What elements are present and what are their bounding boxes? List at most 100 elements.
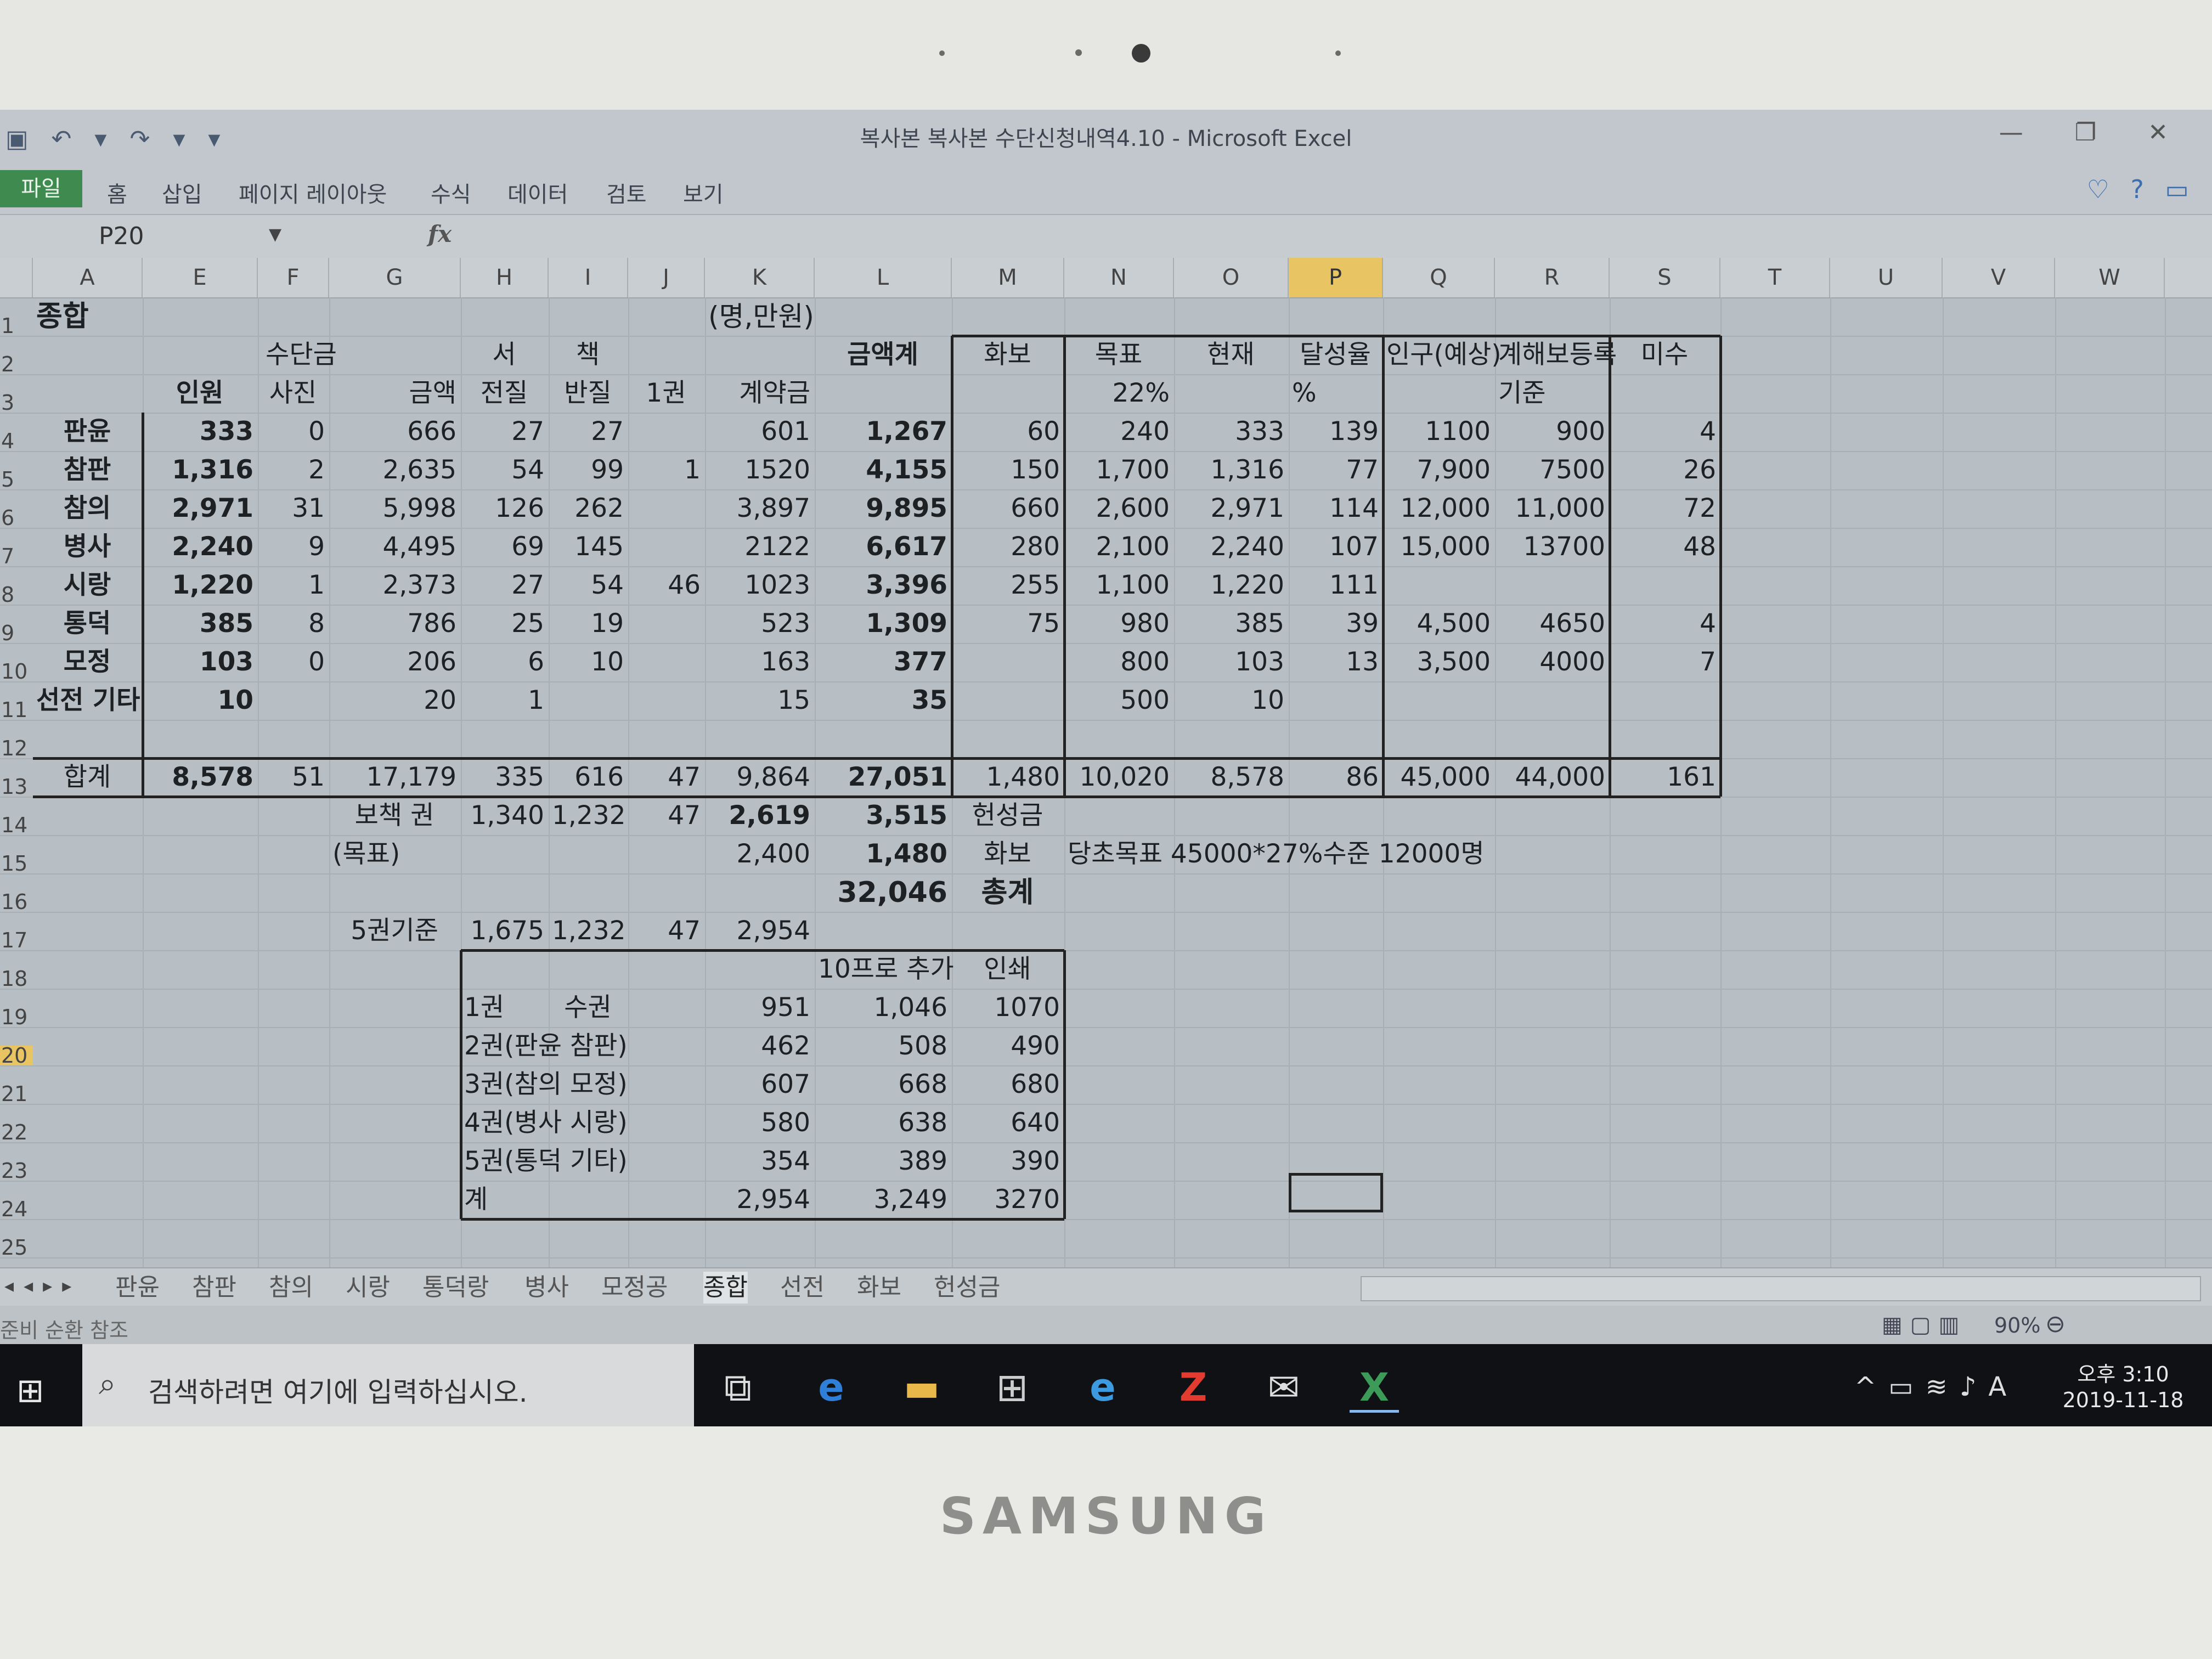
mail-icon[interactable]: ✉ bbox=[1259, 1365, 1308, 1410]
column-header-q[interactable]: Q bbox=[1383, 258, 1495, 297]
cell-r3[interactable]: 기준 bbox=[1498, 374, 1605, 413]
cell-m2[interactable]: 화보 bbox=[955, 336, 1060, 374]
volume-label-2[interactable] bbox=[552, 1027, 624, 1065]
cell-o9[interactable]: 385 bbox=[1177, 605, 1284, 643]
cell-f9[interactable]: 8 bbox=[261, 605, 325, 643]
column-header-o[interactable]: O bbox=[1174, 258, 1289, 297]
cell-k22[interactable]: 580 bbox=[708, 1104, 810, 1142]
cell-m14[interactable]: 헌성금 bbox=[955, 797, 1060, 835]
cell-i6[interactable]: 262 bbox=[552, 489, 624, 528]
cell-s8[interactable] bbox=[1613, 566, 1716, 605]
tab-insert[interactable]: 삽입 bbox=[162, 177, 202, 208]
excel-icon[interactable]: X bbox=[1350, 1365, 1399, 1413]
cell-q9[interactable]: 4,500 bbox=[1386, 605, 1491, 643]
cell-h8[interactable]: 27 bbox=[464, 566, 544, 605]
cell-f5[interactable]: 2 bbox=[261, 451, 325, 489]
cell-k21[interactable]: 607 bbox=[708, 1065, 810, 1104]
cell-f6[interactable]: 31 bbox=[261, 489, 325, 528]
cell-m4[interactable]: 60 bbox=[955, 413, 1060, 451]
row-header-10[interactable]: 10 bbox=[0, 661, 33, 682]
internet-explorer-icon[interactable]: e bbox=[1078, 1365, 1127, 1410]
cell-i17[interactable]: 1,232 bbox=[552, 912, 626, 950]
taskbar-search[interactable]: ⌕ 검색하려면 여기에 입력하십시오. bbox=[82, 1344, 694, 1426]
row-label[interactable]: 판윤 bbox=[36, 413, 138, 451]
volume-label-2[interactable] bbox=[552, 1181, 624, 1219]
sheet-tab[interactable]: 참의 bbox=[269, 1272, 313, 1304]
cell-g11[interactable]: 20 bbox=[332, 681, 456, 720]
row-header-12[interactable]: 12 bbox=[0, 738, 33, 759]
cell-n2[interactable]: 목표 bbox=[1068, 336, 1170, 374]
tab-file[interactable]: 파일 bbox=[0, 170, 82, 207]
cell-o13[interactable]: 8,578 bbox=[1177, 758, 1284, 797]
cell-r6[interactable]: 11,000 bbox=[1498, 489, 1605, 528]
sheet-tab[interactable]: 모정공 bbox=[601, 1272, 668, 1304]
cell-k13[interactable]: 9,864 bbox=[708, 758, 810, 797]
windows-start-icon[interactable]: ⊞ bbox=[16, 1372, 44, 1410]
clock-date[interactable]: 2019-11-18 bbox=[2052, 1388, 2194, 1412]
unit-label[interactable]: (명,만원) bbox=[708, 297, 814, 336]
cell-h13[interactable]: 335 bbox=[464, 758, 544, 797]
cell-e2[interactable]: 수단금 bbox=[146, 336, 456, 374]
cell-k10[interactable]: 163 bbox=[708, 643, 810, 681]
cell-s10[interactable]: 7 bbox=[1613, 643, 1716, 681]
cell-q11[interactable] bbox=[1386, 681, 1491, 720]
row-header-7[interactable]: 7 bbox=[0, 546, 33, 567]
cell-f8[interactable]: 1 bbox=[261, 566, 325, 605]
sheet-tab[interactable]: 헌성금 bbox=[934, 1272, 1000, 1304]
cell-m10[interactable] bbox=[955, 643, 1060, 681]
column-header-h[interactable]: H bbox=[461, 258, 549, 297]
sheet-tab[interactable]: 종합 bbox=[703, 1272, 748, 1304]
row-header-13[interactable]: 13 bbox=[0, 776, 33, 797]
cell-i3[interactable]: 반질 bbox=[552, 374, 624, 413]
column-header-j[interactable]: J bbox=[628, 258, 705, 297]
cell-p5[interactable]: 77 bbox=[1292, 451, 1379, 489]
cell-j9[interactable] bbox=[631, 605, 701, 643]
cell-i9[interactable]: 19 bbox=[552, 605, 624, 643]
cell-m11[interactable] bbox=[955, 681, 1060, 720]
app-icon[interactable]: Z bbox=[1169, 1365, 1218, 1410]
cell-k17[interactable]: 2,954 bbox=[708, 912, 810, 950]
column-header-t[interactable]: T bbox=[1720, 258, 1830, 297]
cell-l11[interactable]: 35 bbox=[818, 681, 947, 720]
cell-i8[interactable]: 54 bbox=[552, 566, 624, 605]
cell-n10[interactable]: 800 bbox=[1068, 643, 1170, 681]
volume-label-2[interactable]: 수권 bbox=[552, 989, 624, 1027]
column-header-i[interactable]: I bbox=[549, 258, 628, 297]
cell-m8[interactable]: 255 bbox=[955, 566, 1060, 605]
sheet-tab[interactable]: 병사 bbox=[524, 1272, 569, 1304]
cell-l6[interactable]: 9,895 bbox=[818, 489, 947, 528]
cell-j10[interactable] bbox=[631, 643, 701, 681]
volume-label-2[interactable] bbox=[552, 1142, 624, 1181]
cell-p4[interactable]: 139 bbox=[1292, 413, 1379, 451]
cell-l20[interactable]: 508 bbox=[818, 1027, 947, 1065]
cell-k24[interactable]: 2,954 bbox=[708, 1181, 810, 1219]
tab-review[interactable]: 검토 bbox=[606, 177, 647, 208]
cell-i14[interactable]: 1,232 bbox=[552, 797, 626, 835]
cell-m13[interactable]: 1,480 bbox=[955, 758, 1060, 797]
row-header-17[interactable]: 17 bbox=[0, 930, 33, 951]
row-header-21[interactable]: 21 bbox=[0, 1084, 33, 1104]
row-header-1[interactable]: 1 bbox=[0, 315, 33, 336]
cell-i2[interactable]: 책 bbox=[552, 336, 624, 374]
cell-n9[interactable]: 980 bbox=[1068, 605, 1170, 643]
cell-s13[interactable]: 161 bbox=[1613, 758, 1716, 797]
sheet-tab[interactable]: 화보 bbox=[857, 1272, 901, 1304]
cell-o4[interactable]: 333 bbox=[1177, 413, 1284, 451]
cell-l7[interactable]: 6,617 bbox=[818, 528, 947, 566]
row-header-6[interactable]: 6 bbox=[0, 507, 33, 528]
row-header-11[interactable]: 11 bbox=[0, 699, 33, 720]
cell-h9[interactable]: 25 bbox=[464, 605, 544, 643]
cell-i5[interactable]: 99 bbox=[552, 451, 624, 489]
column-header-s[interactable]: S bbox=[1610, 258, 1720, 297]
cell-o2[interactable]: 현재 bbox=[1177, 336, 1284, 374]
cell-k3[interactable]: 계약금 bbox=[708, 374, 810, 413]
cell-l15[interactable]: 1,480 bbox=[818, 835, 947, 873]
chevron-down-icon[interactable]: ▼ bbox=[269, 225, 281, 244]
cell-p10[interactable]: 13 bbox=[1292, 643, 1379, 681]
cell-h7[interactable]: 69 bbox=[464, 528, 544, 566]
cell-n3[interactable]: 22% bbox=[1068, 374, 1170, 413]
column-header-a[interactable]: A bbox=[33, 258, 143, 297]
row-header-19[interactable]: 19 bbox=[0, 1007, 33, 1028]
cell-e5[interactable]: 1,316 bbox=[146, 451, 253, 489]
cell-e10[interactable]: 103 bbox=[146, 643, 253, 681]
